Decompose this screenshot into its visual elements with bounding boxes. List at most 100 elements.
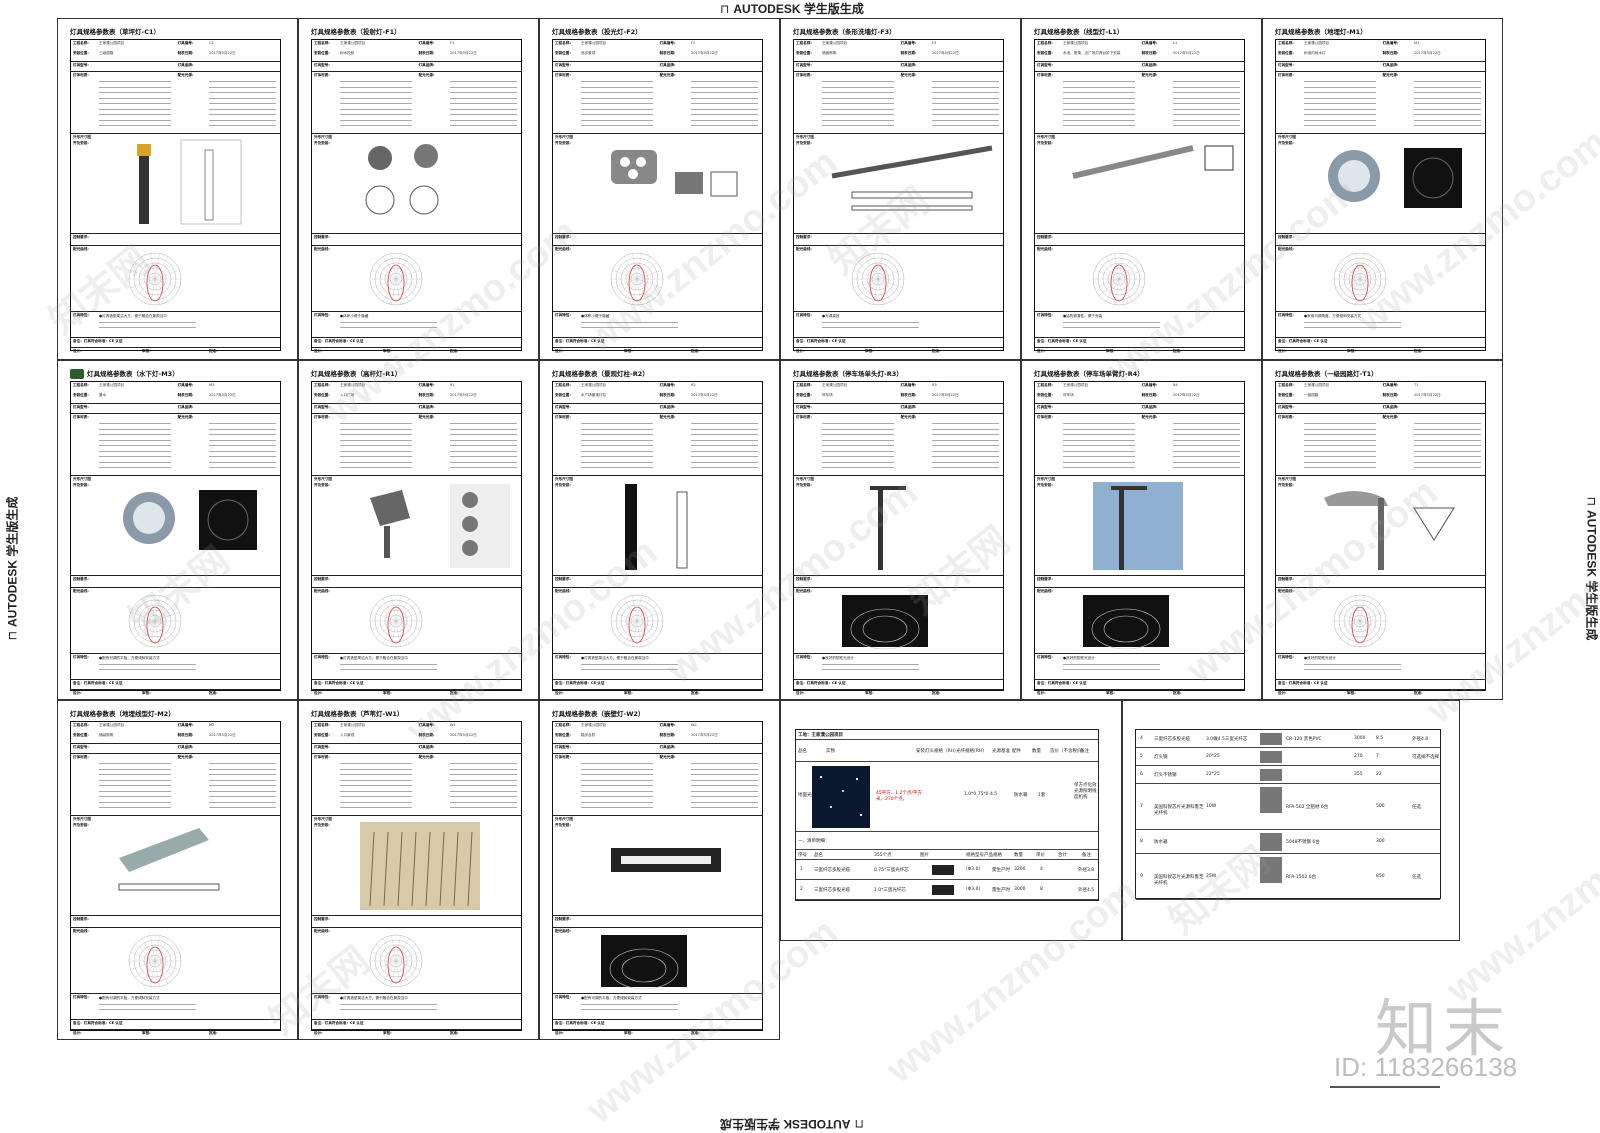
spec-text-line — [1172, 445, 1240, 446]
cell-no: 9 — [1140, 874, 1143, 879]
light-distribution-curve — [610, 252, 664, 306]
form-row-note: 备注：灯具符合标准：CE 认证 — [794, 338, 1003, 348]
sheet-title: 灯具规格参数表（地埋灯-M1） — [1275, 27, 1486, 38]
project-value: 王家濮公园项目 — [822, 383, 848, 387]
form-row-control: 控制要求: — [1276, 234, 1485, 246]
fixture-no-value: F3 — [931, 41, 937, 45]
project-label: 工程名称: — [555, 41, 571, 45]
spec-text-line — [931, 108, 999, 110]
material-label: 灯体材质: — [555, 755, 571, 759]
sheet-title-text: 灯具规格参数表（地埋线型灯-M2） — [70, 710, 175, 718]
spec-text-line — [1304, 461, 1377, 463]
autodesk-stamp-left: ⊓AUTODESK 学生版生成 — [5, 496, 20, 641]
autodesk-stamp-bottom: ⊓AUTODESK 学生版生成 — [720, 1117, 864, 1131]
cell-note: 需生产时 — [992, 888, 1010, 893]
spec-text-line — [208, 108, 276, 110]
cell-model: RFA-1502 6台 — [1286, 875, 1317, 880]
fixture-no-label: 灯具编号: — [1382, 41, 1399, 45]
approver-label: 批准: — [208, 691, 218, 695]
reviewer-label: 审核: — [383, 691, 392, 695]
spec-text-line — [931, 125, 999, 126]
spec-text-line — [99, 763, 172, 764]
form-row-specs: 灯体材质: 配光光源: — [553, 754, 762, 816]
spec-text-line — [99, 86, 172, 88]
spec-text-line — [822, 119, 895, 121]
project-value: 王家濮公园项目 — [581, 723, 607, 727]
feature-text-line — [340, 669, 438, 670]
cell-remark: 任选 — [1412, 805, 1421, 810]
table-header-title: 工地：王家濮公园项目 — [798, 733, 843, 738]
note-label: 备注：灯具符合标准：CE 认证 — [314, 339, 364, 343]
project-value: 王家濮公园项目 — [340, 723, 366, 727]
form-row-curve: 配光曲线: — [71, 246, 280, 312]
date-label: 制表日期: — [177, 733, 194, 737]
sheet-title: 灯具规格参数表（条形洗墙灯-F3） — [793, 27, 1004, 38]
size-label: 外形尺寸图 — [73, 135, 91, 139]
spec-text-line — [208, 450, 276, 452]
spec-text-line — [340, 796, 413, 797]
brand-badge-icon — [70, 369, 84, 379]
curve-label: 配光曲线: — [314, 929, 330, 933]
designer-label: 设计: — [555, 349, 564, 353]
control-label: 控制要求: — [314, 917, 330, 921]
spec-text-line — [340, 92, 413, 93]
spec-text-line — [581, 428, 654, 430]
spec-form: 工程名称: 王家濮公园项目 灯具编号: R4 安装位置: 停车场 制表日期: 2017年5月2… — [1034, 381, 1245, 695]
spec-text-line — [1413, 114, 1481, 115]
form-row-model: 灯具型号: 灯具品牌: — [312, 62, 521, 72]
cell-spec: 22*25 — [1206, 772, 1220, 777]
spec-text-line — [99, 114, 172, 115]
spec-text-line — [1304, 450, 1377, 452]
fiber-quote-cell-b: 4 三蛋纤芯多股光缆 3.0做4.5三蛋光纤芯 CR-120 黑色PVC 3000 8.5… — [1122, 700, 1460, 941]
spec-text-line — [449, 428, 517, 430]
model-label: 灯具型号: — [73, 745, 89, 749]
feature-text-line — [822, 664, 920, 665]
cell-no: 2 — [800, 887, 803, 892]
spec-text-line — [1413, 434, 1481, 435]
form-row-feature: 灯具特性: ●良好的防眩光设计 — [794, 654, 1003, 680]
table-main-row: 地面光纤灯 45平方，1.2个点/平方米，270个点。 1.0*0.75*0.4… — [796, 762, 1098, 832]
project-label: 工程名称: — [555, 723, 571, 727]
control-label: 控制要求: — [555, 577, 571, 581]
fixture-no-label: 灯具编号: — [418, 41, 435, 45]
cell-model: CR-120 黑色PVC — [1286, 737, 1322, 742]
location-label: 安装位置: — [73, 51, 89, 55]
light-source-label: 配光光源: — [659, 415, 676, 419]
form-row-feature: 灯具特性: ●灯具造型简洁大方，便于融合在景观当中 — [312, 994, 521, 1020]
spec-sheet: 灯具规格参数表（地埋线型灯-M2） 工程名称: 王家濮公园项目 灯具编号: M2 安装位置… — [70, 709, 281, 1035]
form-row-specs: 灯体材质: 配光光源: — [553, 72, 762, 134]
fiber-quote-cell-a: 工地：王家濮公园项目 品名 实物 安装灯头规格（RH） 光纤规格(RH) 光源基准 配件数… — [780, 700, 1122, 941]
spec-text-line — [931, 97, 999, 99]
date-label: 制表日期: — [659, 393, 676, 397]
feature-text: ●体积小便于隐藏 — [340, 314, 369, 318]
spec-text-line — [1304, 81, 1377, 82]
spec-text-line — [690, 97, 758, 99]
material-label: 灯体材质: — [1037, 415, 1053, 419]
form-row-model: 灯具型号: 灯具品牌: — [71, 744, 280, 754]
feature-text: ●配有可调的平板，方便倾斜安装方式 — [99, 996, 160, 1000]
reviewer-label: 审核: — [383, 349, 392, 353]
spec-text-line — [208, 97, 276, 99]
feature-label: 灯具特性: — [1278, 313, 1294, 317]
project-value: 王家濮公园项目 — [581, 41, 607, 45]
part-photo — [1260, 833, 1282, 851]
date-label: 制表日期: — [418, 393, 435, 397]
feature-text-line — [340, 322, 438, 323]
fixture-product-drawing — [625, 484, 688, 570]
spec-sheet: 灯具规格参数表（停车场单臂灯-R4） 工程名称: 王家濮公园项目 灯具编号: R4 安装位… — [1034, 369, 1245, 695]
material-label: 灯体材质: — [314, 73, 330, 77]
table-row: 2 三蛋纤芯多股光缆 1.0*三蛋光纤芯 (Φ3.0) 需生产时 3000 8 外径4.5 — [796, 880, 1098, 900]
spec-text-line — [690, 456, 758, 457]
spec-form: 工程名称: 王家濮公园项目 灯具编号: R1 安装位置: 入口广场 制表日期: 2017年5月… — [311, 381, 522, 695]
column-header: 实物 — [826, 749, 835, 754]
form-row-control: 控制要求: — [312, 234, 521, 246]
spec-text-line — [822, 81, 895, 82]
model-label: 灯具型号: — [1278, 63, 1294, 67]
form-row-control: 控制要求: — [312, 916, 521, 928]
spec-text-line — [340, 445, 413, 446]
spec-text-line — [449, 92, 517, 93]
spec-text-line — [99, 125, 172, 126]
fixture-no-label: 灯具编号: — [659, 41, 676, 45]
table-row: 7 美国科锐芯片光源科鲁芝光纤机 10W RFA-502 全铝材 6台 500 任选 — [1136, 784, 1440, 830]
form-row-note: 备注：灯具符合标准：CE 认证 — [71, 680, 280, 690]
